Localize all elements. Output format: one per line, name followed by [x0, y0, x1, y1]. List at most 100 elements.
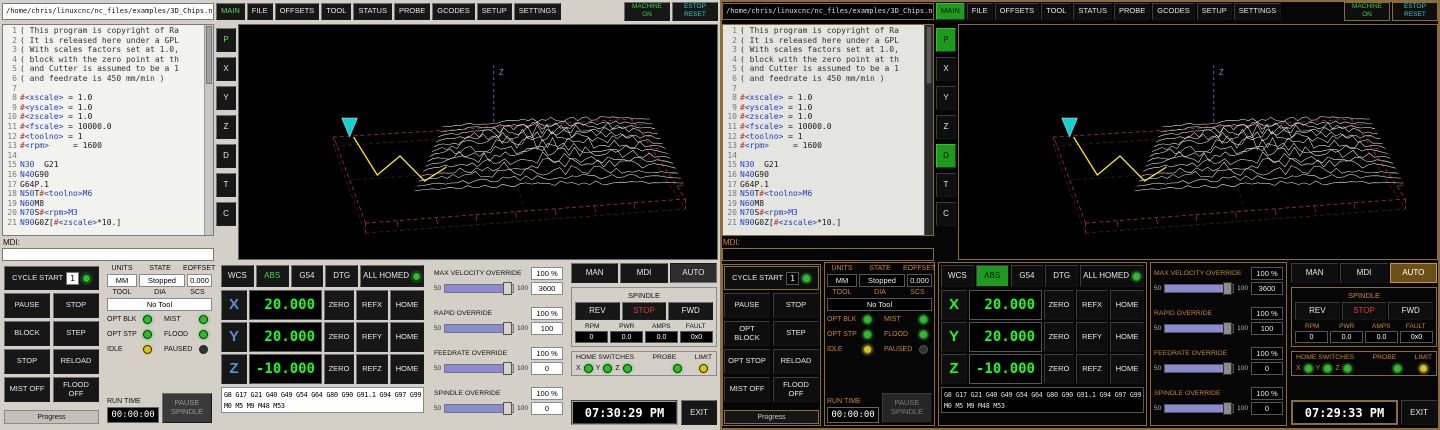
tab-offsets[interactable]: OFFSETS: [275, 3, 320, 20]
home-z-button[interactable]: HOME: [1110, 354, 1144, 384]
side-tab-c[interactable]: C: [936, 202, 956, 226]
g54-button[interactable]: G54: [1011, 265, 1044, 287]
mdi-mode-button[interactable]: MDI: [1340, 263, 1387, 283]
spindle-override-slider[interactable]: [1164, 404, 1234, 413]
gcode-line[interactable]: 21N90G0Z[#<zscale>*10.]: [4, 218, 203, 228]
gcode-line[interactable]: 2( It is released here under a GPL: [724, 36, 923, 46]
axis-y-button[interactable]: Y: [221, 322, 247, 352]
ref-y-button[interactable]: REFY: [1076, 322, 1108, 352]
tab-main[interactable]: MAIN: [216, 3, 245, 20]
opt-stop-button[interactable]: STOP: [4, 349, 50, 374]
zero-y-button[interactable]: ZERO: [324, 322, 354, 352]
gcode-line[interactable]: 5( and Cutter is assumed to be a 1: [4, 64, 203, 74]
ref-y-button[interactable]: REFY: [356, 322, 388, 352]
ref-x-button[interactable]: REFX: [356, 290, 388, 320]
zero-y-button[interactable]: ZERO: [1044, 322, 1074, 352]
gcode-line[interactable]: 10#<zscale> = 1.0: [724, 112, 923, 122]
slider-handle[interactable]: [503, 362, 512, 375]
reload-button[interactable]: RELOAD: [773, 349, 819, 374]
gcode-line[interactable]: 13#<rpm> = 1600: [4, 141, 203, 151]
file-path-entry[interactable]: /home/chris/linuxcnc/nc_files/examples/3…: [2, 3, 214, 20]
tab-status[interactable]: STATUS: [353, 3, 391, 20]
side-tab-p[interactable]: P: [936, 28, 956, 52]
rapid-slider[interactable]: [444, 324, 514, 333]
side-tab-z[interactable]: Z: [936, 115, 956, 139]
tab-file[interactable]: FILE: [967, 3, 993, 20]
home-y-button[interactable]: HOME: [390, 322, 424, 352]
wcs-button[interactable]: WCS: [941, 265, 974, 287]
man-mode-button[interactable]: MAN: [1291, 263, 1338, 283]
gcode-line[interactable]: 6( and feedrate is 450 mm/min ): [724, 74, 923, 84]
feedrate-slider[interactable]: [1164, 364, 1234, 373]
gcode-line[interactable]: 10#<zscale> = 1.0: [4, 112, 203, 122]
machine-on-button[interactable]: MACHINE ON: [624, 2, 670, 21]
slider-handle[interactable]: [503, 282, 512, 295]
home-x-button[interactable]: HOME: [1110, 290, 1144, 320]
gcode-line[interactable]: 7: [724, 84, 923, 94]
slider-handle[interactable]: [503, 322, 512, 335]
dtg-button[interactable]: DTG: [1045, 265, 1078, 287]
cycle-start-button[interactable]: CYCLE START 1: [4, 266, 99, 290]
backplot-canvas[interactable]: Z: [238, 24, 718, 260]
exit-button[interactable]: EXIT: [1401, 400, 1437, 425]
tab-tool[interactable]: TOOL: [321, 3, 351, 20]
side-tab-c[interactable]: C: [216, 202, 236, 226]
tab-probe[interactable]: PROBE: [394, 3, 430, 20]
dtg-button[interactable]: DTG: [325, 265, 358, 287]
side-tab-t[interactable]: T: [936, 173, 956, 197]
gcode-line[interactable]: 14: [724, 151, 923, 161]
tab-main[interactable]: MAIN: [936, 3, 965, 20]
auto-mode-button[interactable]: AUTO: [1390, 263, 1437, 283]
gcode-line[interactable]: 4( block with the zero point at th: [4, 55, 203, 65]
zero-x-button[interactable]: ZERO: [324, 290, 354, 320]
stop-button[interactable]: STOP: [53, 293, 99, 318]
scrollbar-thumb[interactable]: [206, 26, 212, 84]
all-homed-button[interactable]: ALL HOMED: [1080, 265, 1144, 287]
gcode-line[interactable]: 9#<yscale> = 1.0: [4, 103, 203, 113]
axis-x-button[interactable]: X: [941, 290, 967, 320]
pause-button[interactable]: PAUSE: [724, 293, 770, 318]
auto-mode-button[interactable]: AUTO: [670, 263, 717, 283]
wcs-button[interactable]: WCS: [221, 265, 254, 287]
gcode-line[interactable]: 5( and Cutter is assumed to be a 1: [724, 64, 923, 74]
spindle-rev-button[interactable]: REV: [575, 302, 620, 320]
slider-handle[interactable]: [1223, 282, 1232, 295]
pause-spindle-button[interactable]: PAUSE SPINDLE: [882, 393, 932, 423]
gcode-line[interactable]: 15N30 G21: [724, 160, 923, 170]
side-tab-d[interactable]: D: [936, 144, 956, 168]
gcode-line[interactable]: 18N50T#<toolno>M6: [724, 189, 923, 199]
side-tab-z[interactable]: Z: [216, 115, 236, 139]
tab-gcodes[interactable]: GCODES: [1152, 3, 1195, 20]
rapid-slider[interactable]: [1164, 324, 1234, 333]
scrollbar-thumb[interactable]: [926, 26, 932, 84]
gcode-line[interactable]: 12#<toolno> = 1: [724, 132, 923, 142]
zero-z-button[interactable]: ZERO: [1044, 354, 1074, 384]
gcode-line[interactable]: 9#<yscale> = 1.0: [724, 103, 923, 113]
gcode-line[interactable]: 16N40G90: [4, 170, 203, 180]
gcode-line[interactable]: 21N90G0Z[#<zscale>*10.]: [724, 218, 923, 228]
home-z-button[interactable]: HOME: [390, 354, 424, 384]
home-x-button[interactable]: HOME: [390, 290, 424, 320]
gcode-line[interactable]: 20N70S#<rpm>M3: [724, 208, 923, 218]
opt-block-button[interactable]: OPT BLOCK: [724, 321, 770, 346]
spindle-rev-button[interactable]: REV: [1295, 302, 1340, 320]
file-path-entry[interactable]: /home/chris/linuxcnc/nc_files/examples/3…: [722, 3, 934, 20]
estop-reset-button[interactable]: ESTOP RESET: [672, 2, 718, 21]
slider-handle[interactable]: [503, 402, 512, 415]
spindle-stop-button[interactable]: STOP: [622, 302, 667, 320]
tab-status[interactable]: STATUS: [1073, 3, 1111, 20]
tab-tool[interactable]: TOOL: [1041, 3, 1071, 20]
stop-button[interactable]: STOP: [773, 293, 819, 318]
backplot-canvas[interactable]: Z: [958, 24, 1438, 260]
gcode-line[interactable]: 11#<fscale> = 10000.0: [724, 122, 923, 132]
axis-z-button[interactable]: Z: [941, 354, 967, 384]
side-tab-d[interactable]: D: [216, 144, 236, 168]
ref-z-button[interactable]: REFZ: [1076, 354, 1108, 384]
mdi-input[interactable]: [722, 248, 934, 261]
gcode-line[interactable]: 18N50T#<toolno>M6: [4, 189, 203, 199]
tab-file[interactable]: FILE: [247, 3, 273, 20]
zero-z-button[interactable]: ZERO: [324, 354, 354, 384]
gcode-scrollbar[interactable]: [204, 25, 213, 235]
mdi-input[interactable]: [2, 248, 214, 261]
pause-button[interactable]: PAUSE: [4, 293, 50, 318]
